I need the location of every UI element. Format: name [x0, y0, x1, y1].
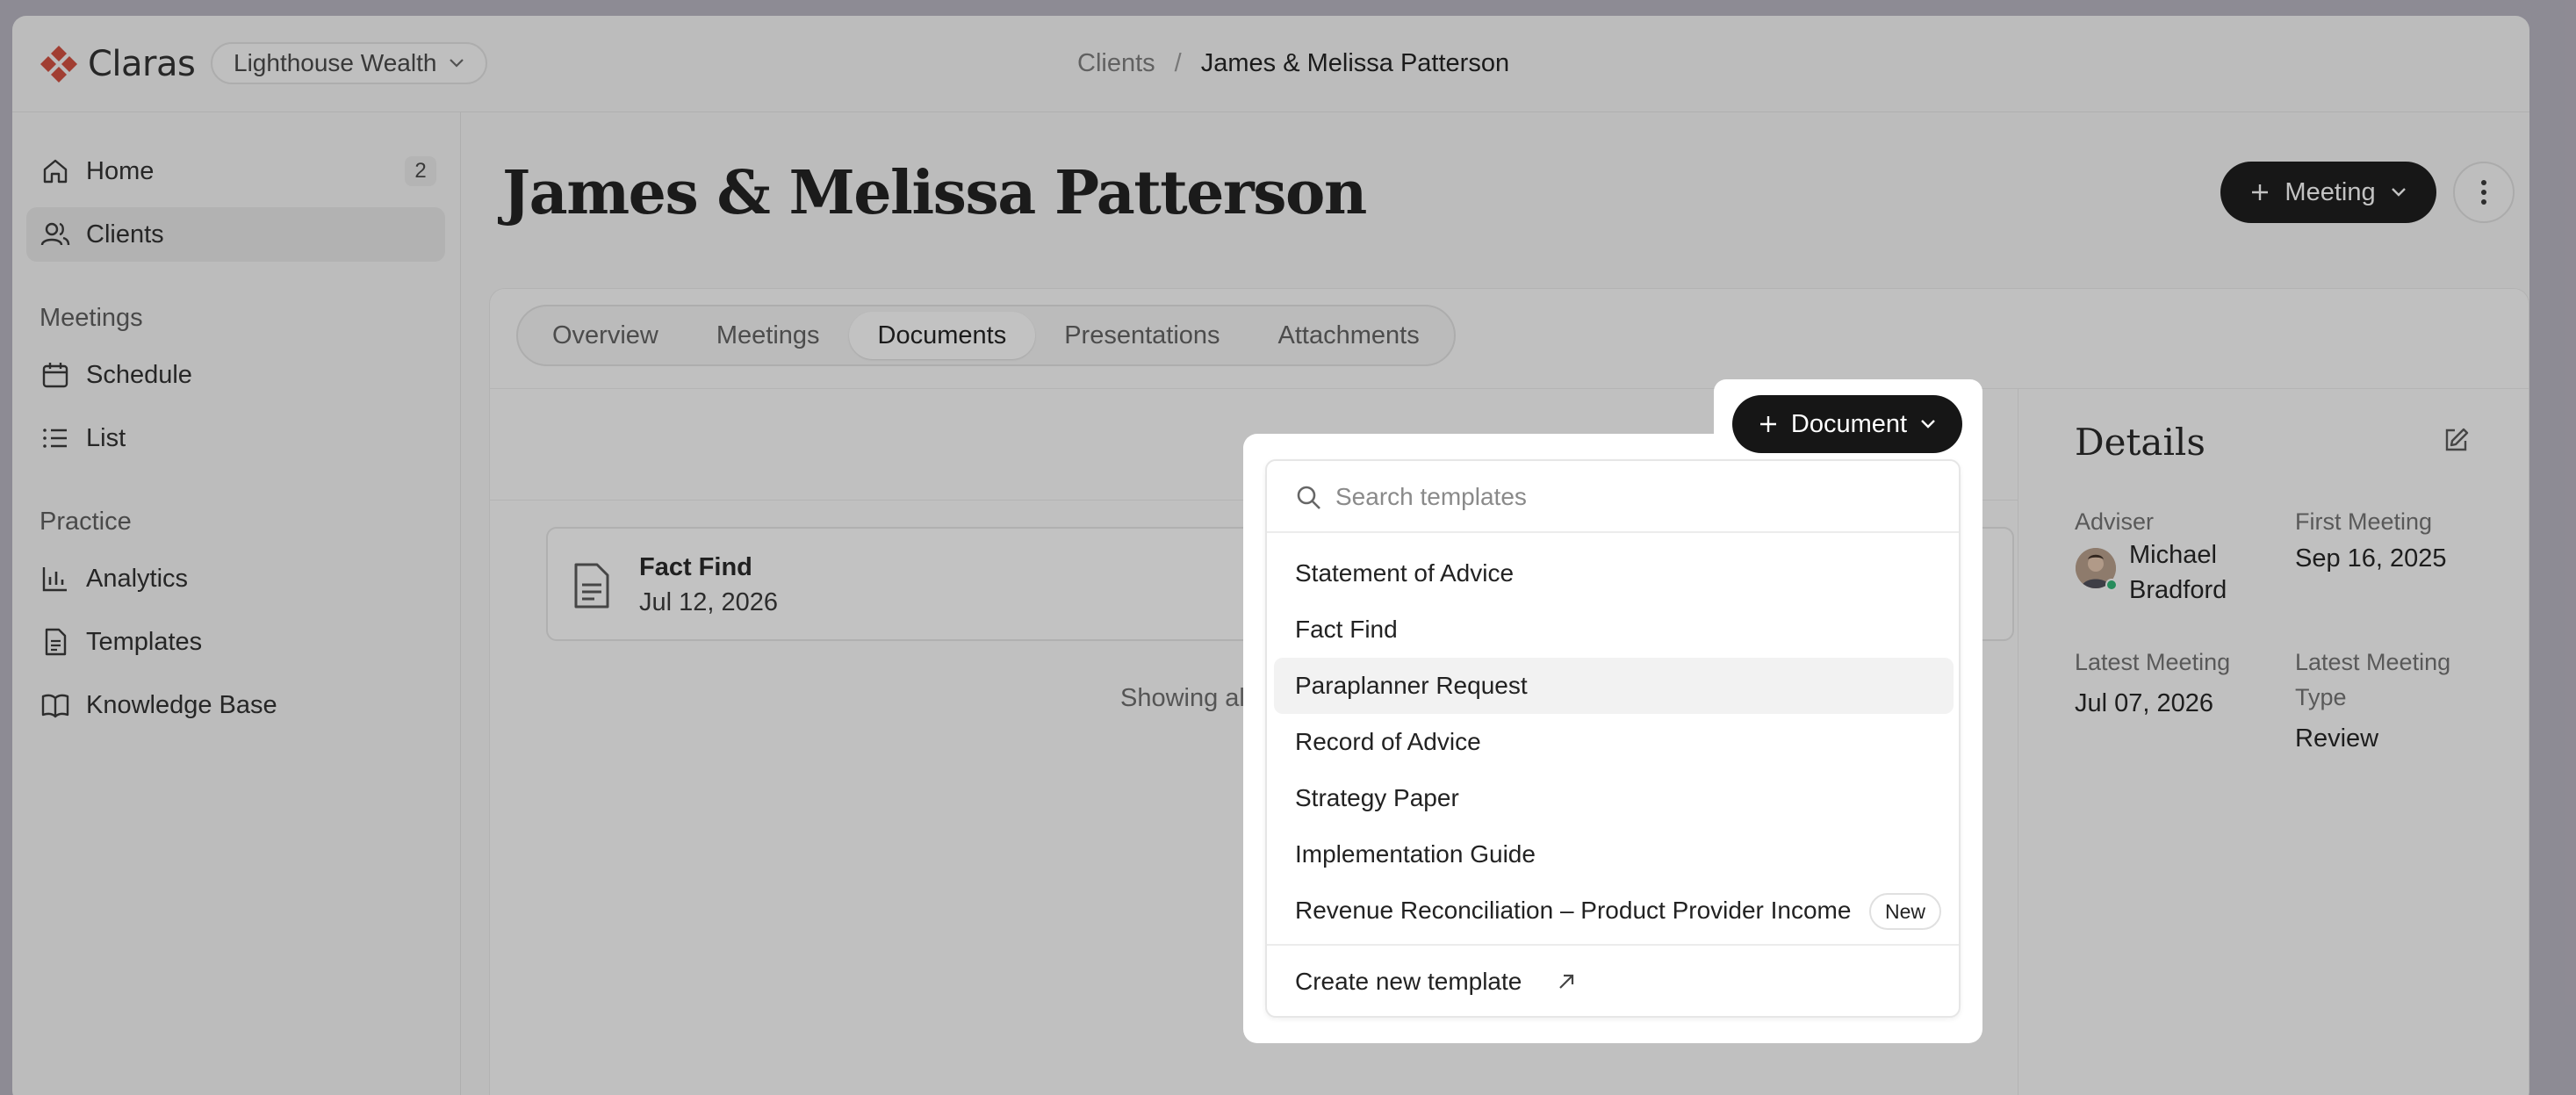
plus-icon	[1759, 416, 1776, 432]
template-option[interactable]: Strategy Paper	[1274, 770, 1954, 826]
add-document-button[interactable]: Document	[1732, 395, 1962, 453]
template-option[interactable]: Paraplanner Request	[1274, 658, 1954, 714]
create-template-label: Create new template	[1295, 968, 1522, 995]
template-option-label: Revenue Reconciliation – Product Provide…	[1295, 897, 1852, 924]
template-search-row	[1267, 461, 1959, 533]
add-document-label: Document	[1790, 409, 1908, 438]
template-option[interactable]: Statement of Advice	[1274, 545, 1954, 602]
template-option[interactable]: Fact Find	[1274, 602, 1954, 658]
template-option-revenue-reconciliation[interactable]: Revenue Reconciliation – Product Provide…	[1274, 882, 1954, 939]
template-search-input[interactable]	[1335, 477, 1932, 517]
create-new-template-link[interactable]: Create new template	[1274, 956, 1954, 1007]
template-option[interactable]: Implementation Guide	[1274, 826, 1954, 882]
search-icon	[1297, 486, 1320, 509]
external-arrow-icon	[1559, 974, 1574, 989]
new-badge: New	[1868, 893, 1941, 930]
divider	[1267, 944, 1959, 946]
template-option[interactable]: Record of Advice	[1274, 714, 1954, 770]
chevron-down-icon	[1921, 420, 1935, 429]
template-dropdown: Statement of Advice Fact Find Paraplanne…	[1265, 459, 1961, 1018]
